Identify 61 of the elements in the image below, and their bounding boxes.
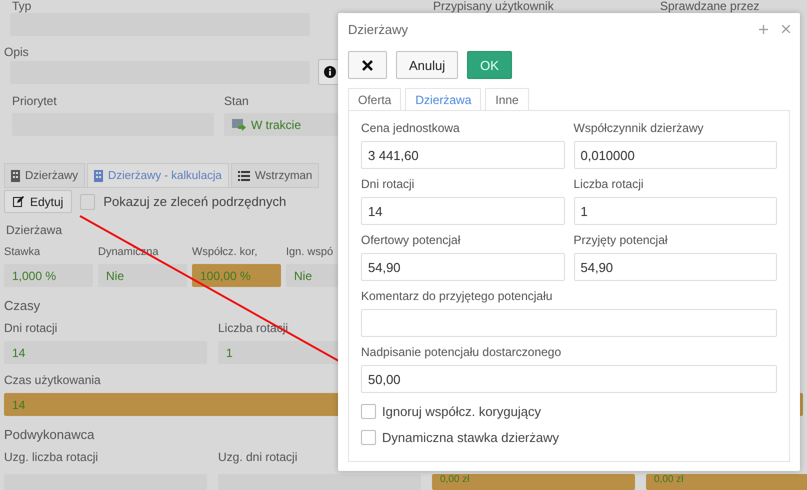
field-label: Typ — [12, 0, 32, 13]
tab[interactable]: Inne — [485, 88, 529, 110]
field-label: Przyjęty potencjał — [574, 233, 669, 247]
input-field[interactable]: 0,010000 — [574, 141, 777, 169]
section-heading: Podwykonawca — [4, 427, 94, 442]
field-label: Przypisany użytkownik — [433, 0, 555, 13]
tab[interactable]: Dzierżawa — [405, 88, 482, 110]
checkbox-label: Dynamiczna stawka dzierżawy — [382, 430, 560, 444]
tab[interactable]: Wstrzyman — [230, 163, 320, 187]
field-label: Dni rotacji — [361, 177, 416, 191]
value-field: Nie — [98, 264, 187, 287]
info-icon — [324, 66, 336, 78]
input-field[interactable]: 50,00 — [361, 365, 777, 393]
value-field: 0,00 zł — [646, 474, 807, 490]
close-icon[interactable] — [782, 25, 790, 33]
value-field: 14 — [4, 341, 207, 364]
checkbox-label: Pokazuj ze zleceń podrzędnych — [103, 194, 286, 209]
edit-button[interactable]: Edytuj — [4, 190, 72, 213]
input-field[interactable]: 1 — [574, 197, 777, 225]
field-label: Uzg. dni rotacji — [218, 451, 298, 464]
tab[interactable]: Dzierżawy — [4, 163, 86, 187]
field-label: Współczynnik dzierżawy — [574, 121, 705, 135]
input-field[interactable]: 54,90 — [574, 253, 777, 281]
edit-icon — [13, 196, 24, 207]
field-label: Współcz. kor, — [192, 246, 258, 259]
checkbox-label: Ignoruj współcz. korygujący — [382, 404, 541, 418]
plus-icon[interactable] — [759, 24, 768, 34]
field-label: Uzg. liczba rotacji — [4, 451, 100, 464]
section-heading: Czasy — [4, 298, 40, 313]
list-icon — [238, 170, 250, 180]
field-label: Cena jednostkowa — [361, 121, 461, 135]
input-field[interactable]: 3 441,60 — [361, 141, 564, 169]
value-field: 0,00 zł — [432, 474, 635, 490]
field-label: Sprawdzane przez — [660, 0, 760, 13]
field-label: Ign. wspó — [286, 246, 334, 259]
status-icon — [232, 118, 246, 130]
field-label: Ofertowy potencjał — [361, 233, 462, 247]
close-icon — [362, 60, 373, 70]
value-field: 1,000 % — [4, 264, 93, 287]
field-label: Opis — [4, 46, 29, 59]
checkbox[interactable] — [80, 194, 96, 210]
checkbox[interactable] — [361, 404, 376, 418]
field-label: Stan — [224, 95, 250, 108]
field-label: Dni rotacji — [4, 322, 58, 335]
checkbox[interactable] — [361, 430, 376, 444]
input-field[interactable] — [361, 309, 777, 337]
field-label: Priorytet — [12, 95, 58, 108]
input-field[interactable]: 14 — [361, 197, 564, 225]
field-label: Komentarz do przyjętego potencjału — [361, 289, 554, 303]
building-icon — [11, 170, 20, 182]
building-icon — [94, 170, 104, 182]
dialog-title: Dzierżawy — [348, 22, 409, 36]
cancel-button[interactable]: Anuluj — [396, 51, 458, 79]
tab[interactable]: Oferta — [348, 88, 402, 110]
field-label: Czas użytkowania — [4, 374, 101, 387]
field-label: Liczba rotacji — [574, 177, 645, 191]
input-field[interactable]: 54,90 — [361, 253, 564, 281]
value-field: 100,00 % — [192, 264, 281, 287]
close-button[interactable] — [348, 51, 387, 79]
section-label: Dzierżawa — [6, 224, 62, 237]
field-label: Stawka — [4, 246, 42, 259]
